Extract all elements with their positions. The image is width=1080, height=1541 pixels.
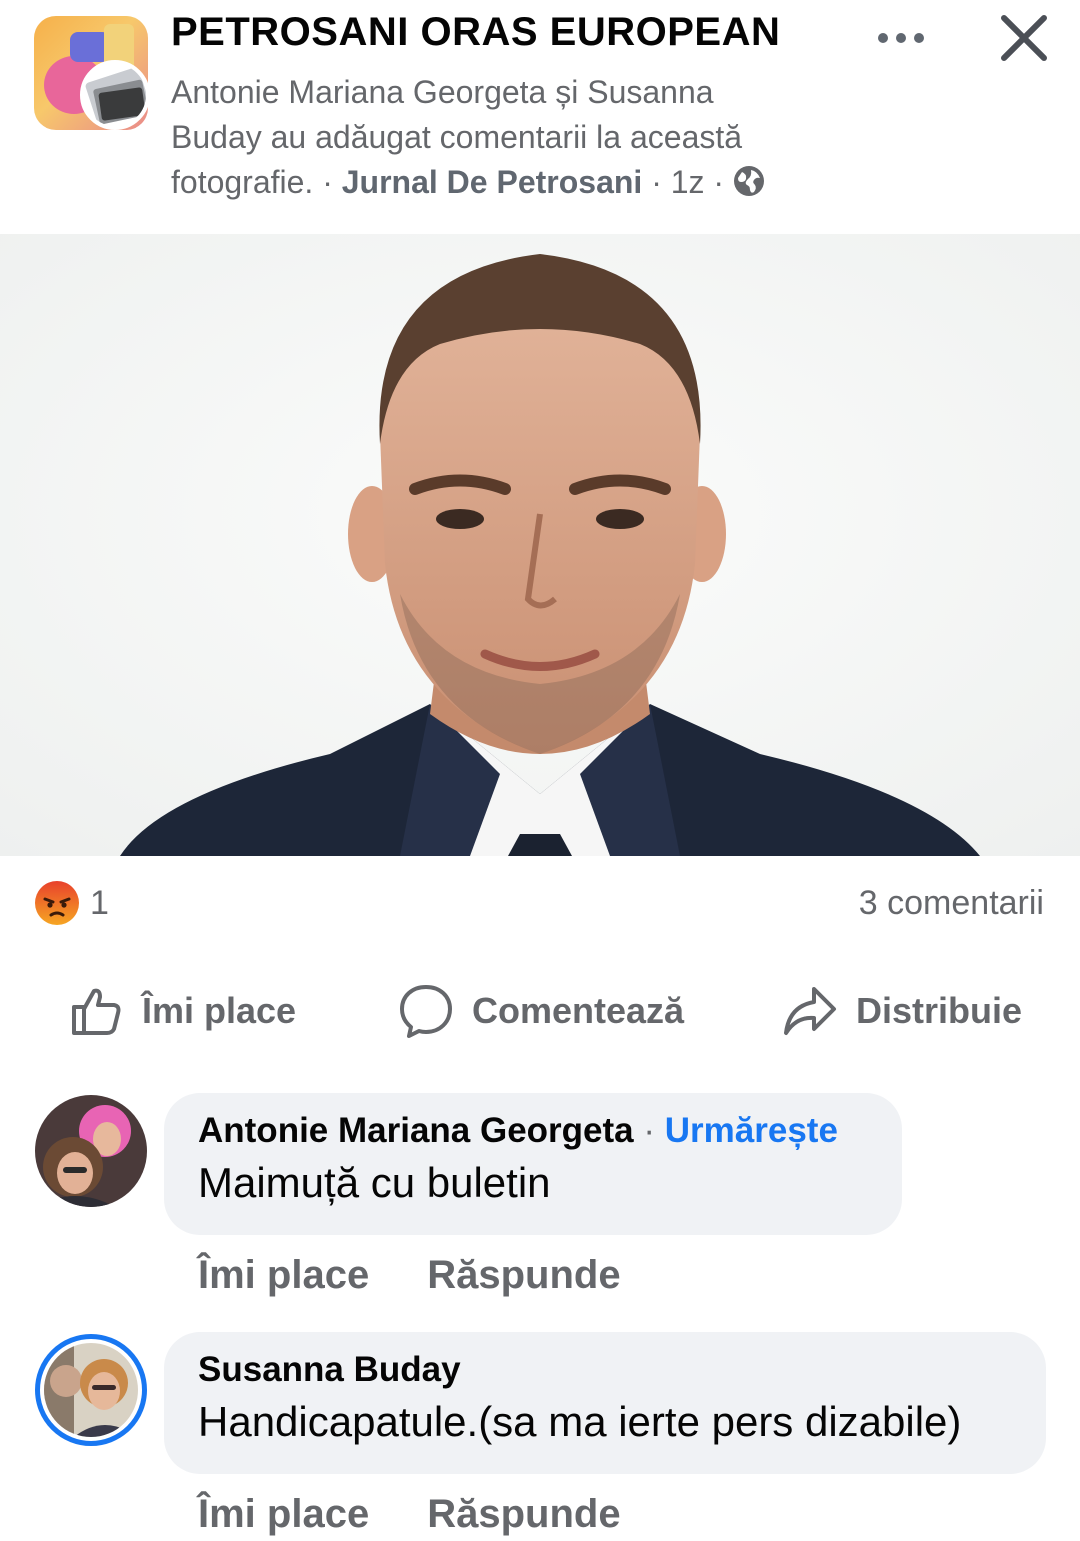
post-header: PETROSANI ORAS EUROPEAN Antonie Mariana …	[0, 0, 1080, 232]
thumbs-up-icon	[72, 988, 121, 1035]
comment-like-button[interactable]: Îmi place	[198, 1492, 369, 1537]
comment-count[interactable]: 3 comentarii	[859, 884, 1044, 923]
post-meta: Antonie Mariana Georgeta și Susanna Buda…	[171, 70, 811, 205]
group-name[interactable]: PETROSANI ORAS EUROPEAN	[171, 10, 780, 55]
comment-item: Susanna Buday Handicapatule.(sa ma ierte…	[0, 1332, 1080, 1541]
comment-text: Maimuță cu buletin	[198, 1159, 551, 1206]
comment-bubble[interactable]: Susanna Buday Handicapatule.(sa ma ierte…	[164, 1332, 1046, 1474]
comment-actions: Îmi place Răspunde	[198, 1253, 621, 1298]
more-dots-icon[interactable]	[868, 20, 934, 56]
comment-actions: Îmi place Răspunde	[198, 1492, 621, 1537]
comment-bubble[interactable]: Antonie Mariana Georgeta · Urmărește Mai…	[164, 1093, 902, 1235]
separator: ·	[651, 164, 662, 200]
comment-like-button[interactable]: Îmi place	[198, 1253, 369, 1298]
separator: ·	[713, 164, 725, 200]
comment-bubble-icon	[400, 985, 452, 1038]
comment-item: Antonie Mariana Georgeta · Urmărește Mai…	[0, 1093, 1080, 1303]
page-avatar-badge[interactable]	[80, 60, 150, 130]
comment-reply-button[interactable]: Răspunde	[427, 1253, 620, 1298]
post-action-bar: Îmi place Comentează Distribuie	[0, 975, 1080, 1047]
angry-icon[interactable]	[34, 880, 80, 926]
comment-button[interactable]: Comentează	[398, 975, 684, 1047]
comment-author[interactable]: Antonie Mariana Georgeta	[198, 1111, 634, 1150]
like-button[interactable]: Îmi place	[68, 975, 296, 1047]
follow-button[interactable]: Urmărește	[665, 1111, 838, 1150]
avatar[interactable]	[35, 1334, 147, 1446]
reactions-summary: 1 3 comentarii	[0, 870, 1080, 940]
comment-reply-button[interactable]: Răspunde	[427, 1492, 620, 1537]
share-label: Distribuie	[856, 990, 1023, 1031]
comment-label: Comentează	[472, 990, 685, 1031]
globe-icon	[733, 164, 765, 196]
reaction-count[interactable]: 1	[90, 884, 109, 923]
share-button[interactable]: Distribuie	[782, 975, 1022, 1047]
share-arrow-icon	[784, 987, 836, 1035]
timestamp[interactable]: 1z	[671, 164, 705, 200]
avatar[interactable]	[35, 1095, 147, 1207]
source-page-link[interactable]: Jurnal De Petrosani	[342, 164, 643, 200]
close-icon[interactable]	[996, 10, 1052, 66]
comment-text: Handicapatule.(sa ma ierte pers dizabile…	[198, 1398, 962, 1445]
separator: ·	[322, 164, 333, 200]
like-label: Îmi place	[142, 990, 297, 1031]
comment-author[interactable]: Susanna Buday	[198, 1350, 461, 1389]
separator: ·	[643, 1111, 656, 1150]
post-photo[interactable]	[0, 234, 1080, 856]
